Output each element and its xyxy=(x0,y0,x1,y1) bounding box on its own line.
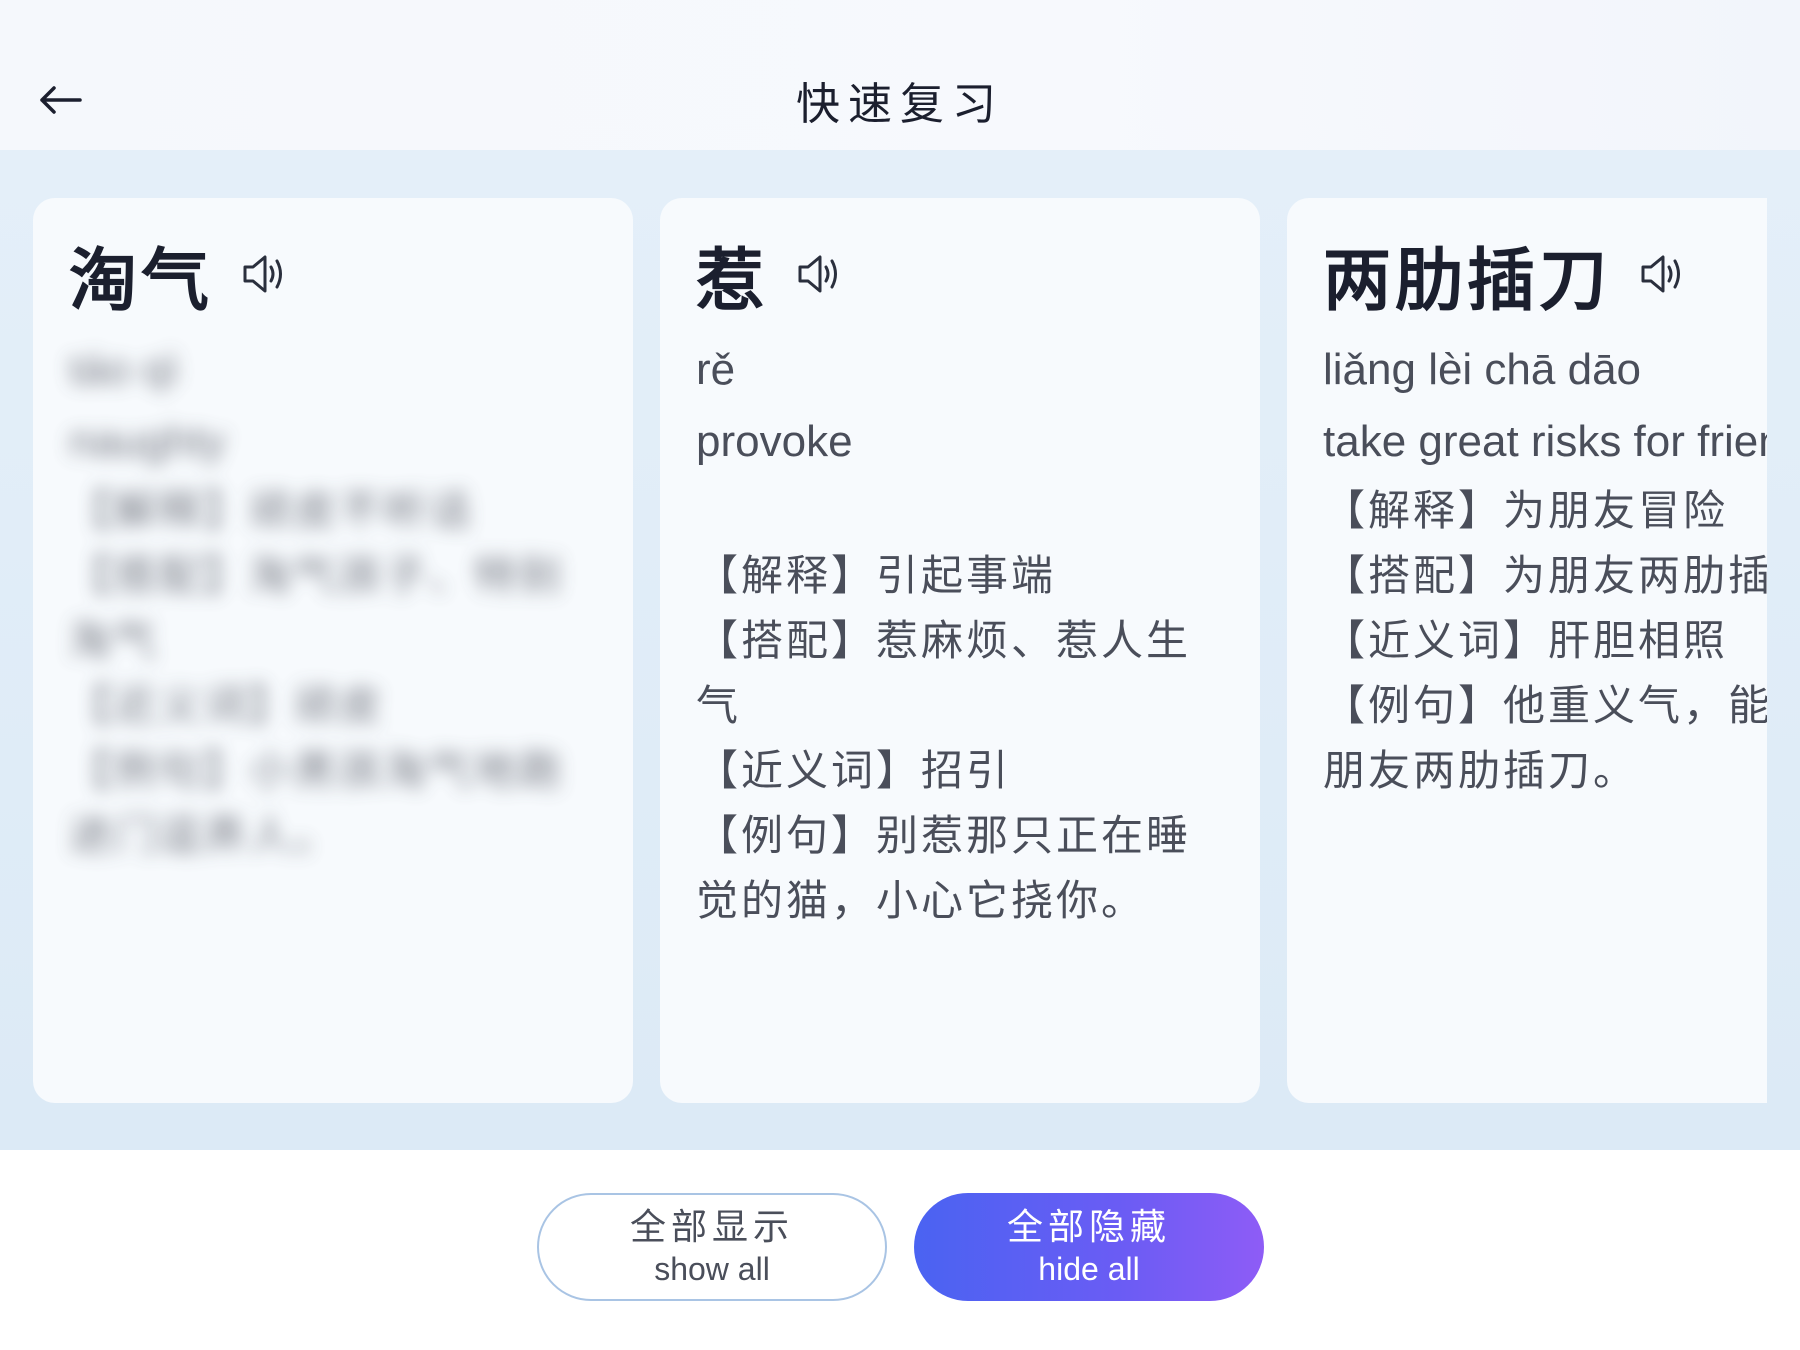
speaker-icon[interactable] xyxy=(239,248,291,300)
detail-line: 【解释】引起事端 xyxy=(696,551,1057,600)
detail-line: 【近义词】顽皮 xyxy=(69,681,385,730)
show-all-label-en: show all xyxy=(654,1251,770,1287)
pinyin-text: táo qì xyxy=(69,345,180,394)
detail-line: 【例句】别惹那只正在睡 xyxy=(696,811,1192,860)
detail-line: 【解释】为朋友冒险 xyxy=(1323,486,1729,535)
meaning-text: naughty xyxy=(69,417,226,466)
detail-line: 进门逗弄人。 xyxy=(69,811,340,860)
word-text: 淘气 xyxy=(69,240,214,321)
speaker-icon[interactable] xyxy=(794,248,846,300)
details-block: 【解释】引起事端 【搭配】惹麻烦、惹人生 气 【近义词】招引 【例句】别惹那只正… xyxy=(696,543,1224,933)
details-block: 【解释】为朋友冒险 【搭配】为朋友两肋插刀 【近义词】肝胆相照 【例句】他重义气… xyxy=(1323,478,1767,803)
quick-review-screen: 快速复习 淘气 táo qì naughty 【解释】顽皮不听话 【搭配】淘气孩… xyxy=(0,0,1800,1350)
pinyin-text: liǎng lèi chā dāo xyxy=(1323,345,1642,394)
show-all-button[interactable]: 全部显示 show all xyxy=(537,1193,887,1301)
detail-line: 朋友两肋插刀。 xyxy=(1323,746,1639,795)
detail-line: 觉的猫，小心它挠你。 xyxy=(696,876,1147,925)
hide-all-button[interactable]: 全部隐藏 hide all xyxy=(914,1193,1264,1301)
hide-all-label-en: hide all xyxy=(1038,1251,1140,1287)
hide-all-label-zh: 全部隐藏 xyxy=(1006,1207,1171,1248)
details-block: 【解释】顽皮不听话 【搭配】淘气孩子、特别 淘气 【近义词】顽皮 【例句】小男孩… xyxy=(69,478,597,868)
word-card[interactable]: 惹 rě provoke 【解释】引起事端 【搭配】惹麻烦、惹人生 气 【近义词… xyxy=(660,198,1260,1103)
footer-bar: 全部显示 show all 全部隐藏 hide all xyxy=(0,1150,1800,1350)
detail-line: 气 xyxy=(696,681,742,730)
speaker-icon[interactable] xyxy=(1637,248,1689,300)
card-carousel[interactable]: 淘气 táo qì naughty 【解释】顽皮不听话 【搭配】淘气孩子、特别 … xyxy=(0,150,1800,1150)
page-title: 快速复习 xyxy=(796,79,1004,130)
pinyin-text: rě xyxy=(696,345,736,394)
card-answer-blurred[interactable]: táo qì naughty 【解释】顽皮不听话 【搭配】淘气孩子、特别 淘气 … xyxy=(69,334,597,868)
detail-line: 淘气 xyxy=(69,616,160,665)
show-all-label-zh: 全部显示 xyxy=(629,1207,794,1248)
word-card[interactable]: 两肋插刀 liǎng lèi chā dāo take great risks … xyxy=(1287,198,1767,1103)
detail-line: 【例句】他重义气，能为 xyxy=(1323,681,1767,730)
detail-line: 【近义词】招引 xyxy=(696,746,1012,795)
meaning-text: take great risks for friends xyxy=(1323,417,1767,466)
detail-line: 【近义词】肝胆相照 xyxy=(1323,616,1729,665)
detail-line: 【解释】顽皮不听话 xyxy=(69,486,475,535)
detail-line: 【搭配】淘气孩子、特别 xyxy=(69,551,565,600)
word-text: 惹 xyxy=(696,240,769,321)
detail-line: 【搭配】为朋友两肋插刀 xyxy=(1323,551,1767,600)
word-card[interactable]: 淘气 táo qì naughty 【解释】顽皮不听话 【搭配】淘气孩子、特别 … xyxy=(33,198,633,1103)
meaning-text: provoke xyxy=(696,417,853,466)
header-bar: 快速复习 xyxy=(0,0,1800,150)
word-text: 两肋插刀 xyxy=(1323,240,1612,321)
detail-line: 【例句】小男孩淘气地跑 xyxy=(69,746,565,795)
detail-line: 【搭配】惹麻烦、惹人生 xyxy=(696,616,1192,665)
